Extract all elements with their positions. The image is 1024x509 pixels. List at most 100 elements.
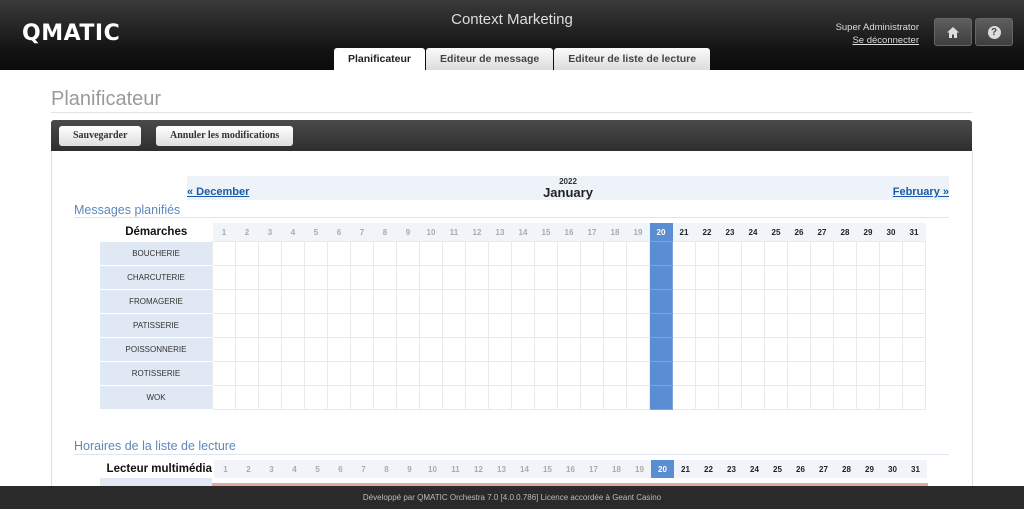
schedule-cell[interactable] <box>718 312 742 338</box>
schedule-cell[interactable] <box>212 312 236 338</box>
schedule-cell[interactable] <box>465 360 489 386</box>
schedule-cell[interactable] <box>557 312 581 338</box>
schedule-cell[interactable] <box>879 241 903 266</box>
row-label[interactable]: FROMAGERIE <box>100 289 213 314</box>
schedule-cell[interactable] <box>764 360 788 386</box>
help-button[interactable]: ? <box>975 18 1013 46</box>
schedule-cell[interactable] <box>695 360 719 386</box>
schedule-cell[interactable] <box>396 384 420 410</box>
schedule-cell[interactable] <box>695 264 719 290</box>
schedule-cell[interactable] <box>626 288 650 314</box>
schedule-cell[interactable] <box>764 384 788 410</box>
schedule-cell[interactable] <box>350 241 374 266</box>
schedule-cell[interactable] <box>534 360 558 386</box>
schedule-cell[interactable] <box>649 288 673 314</box>
schedule-cell[interactable] <box>258 241 282 266</box>
schedule-cell[interactable] <box>281 241 305 266</box>
schedule-cell[interactable] <box>281 336 305 362</box>
schedule-cell[interactable] <box>580 384 604 410</box>
schedule-cell[interactable] <box>442 336 466 362</box>
next-month-link[interactable]: February » <box>893 186 949 198</box>
schedule-cell[interactable] <box>281 312 305 338</box>
schedule-cell[interactable] <box>373 360 397 386</box>
schedule-cell[interactable] <box>695 384 719 410</box>
schedule-cell[interactable] <box>304 360 328 386</box>
schedule-cell[interactable] <box>649 360 673 386</box>
schedule-cell[interactable] <box>419 264 443 290</box>
schedule-cell[interactable] <box>304 264 328 290</box>
schedule-cell[interactable] <box>741 241 765 266</box>
schedule-cell[interactable] <box>488 312 512 338</box>
schedule-cell[interactable] <box>741 384 765 410</box>
schedule-cell[interactable] <box>603 264 627 290</box>
schedule-cell[interactable] <box>718 360 742 386</box>
schedule-cell[interactable] <box>856 360 880 386</box>
schedule-cell[interactable] <box>626 336 650 362</box>
row-label[interactable]: ROTISSERIE <box>100 361 213 386</box>
schedule-cell[interactable] <box>902 384 926 410</box>
schedule-cell[interactable] <box>856 384 880 410</box>
schedule-cell[interactable] <box>442 241 466 266</box>
schedule-cell[interactable] <box>603 241 627 266</box>
schedule-cell[interactable] <box>741 360 765 386</box>
schedule-cell[interactable] <box>879 288 903 314</box>
schedule-cell[interactable] <box>350 384 374 410</box>
schedule-cell[interactable] <box>902 360 926 386</box>
schedule-cell[interactable] <box>626 384 650 410</box>
schedule-cell[interactable] <box>856 336 880 362</box>
schedule-cell[interactable] <box>787 360 811 386</box>
schedule-cell[interactable] <box>327 384 351 410</box>
schedule-cell[interactable] <box>787 384 811 410</box>
schedule-cell[interactable] <box>534 384 558 410</box>
row-label[interactable]: BOUCHERIE <box>100 241 213 266</box>
schedule-cell[interactable] <box>695 336 719 362</box>
row-label[interactable]: CHARCUTERIE <box>100 265 213 290</box>
schedule-cell[interactable] <box>212 336 236 362</box>
schedule-cell[interactable] <box>557 288 581 314</box>
home-button[interactable] <box>934 18 972 46</box>
schedule-cell[interactable] <box>603 360 627 386</box>
schedule-cell[interactable] <box>304 288 328 314</box>
schedule-cell[interactable] <box>695 312 719 338</box>
schedule-cell[interactable] <box>718 264 742 290</box>
schedule-cell[interactable] <box>879 336 903 362</box>
schedule-cell[interactable] <box>281 384 305 410</box>
schedule-cell[interactable] <box>580 241 604 266</box>
schedule-cell[interactable] <box>511 360 535 386</box>
schedule-cell[interactable] <box>833 241 857 266</box>
tab-editeur-de-liste-de-lecture[interactable]: Editeur de liste de lecture <box>554 48 711 70</box>
schedule-cell[interactable] <box>465 384 489 410</box>
schedule-cell[interactable] <box>833 336 857 362</box>
schedule-cell[interactable] <box>304 336 328 362</box>
schedule-cell[interactable] <box>718 384 742 410</box>
schedule-cell[interactable] <box>718 241 742 266</box>
schedule-cell[interactable] <box>810 288 834 314</box>
schedule-cell[interactable] <box>396 336 420 362</box>
schedule-cell[interactable] <box>465 312 489 338</box>
schedule-cell[interactable] <box>350 336 374 362</box>
schedule-cell[interactable] <box>557 241 581 266</box>
schedule-cell[interactable] <box>534 288 558 314</box>
schedule-cell[interactable] <box>235 384 259 410</box>
schedule-cell[interactable] <box>649 312 673 338</box>
schedule-cell[interactable] <box>373 336 397 362</box>
schedule-cell[interactable] <box>465 288 489 314</box>
schedule-cell[interactable] <box>419 312 443 338</box>
schedule-cell[interactable] <box>327 264 351 290</box>
schedule-cell[interactable] <box>304 312 328 338</box>
schedule-cell[interactable] <box>856 241 880 266</box>
schedule-cell[interactable] <box>833 264 857 290</box>
schedule-cell[interactable] <box>511 336 535 362</box>
schedule-cell[interactable] <box>810 264 834 290</box>
schedule-cell[interactable] <box>741 288 765 314</box>
schedule-cell[interactable] <box>465 241 489 266</box>
tab-planificateur[interactable]: Planificateur <box>334 48 426 70</box>
schedule-cell[interactable] <box>488 360 512 386</box>
schedule-cell[interactable] <box>810 312 834 338</box>
schedule-cell[interactable] <box>396 264 420 290</box>
schedule-cell[interactable] <box>833 384 857 410</box>
schedule-cell[interactable] <box>350 264 374 290</box>
schedule-cell[interactable] <box>603 288 627 314</box>
schedule-cell[interactable] <box>787 312 811 338</box>
schedule-cell[interactable] <box>580 336 604 362</box>
